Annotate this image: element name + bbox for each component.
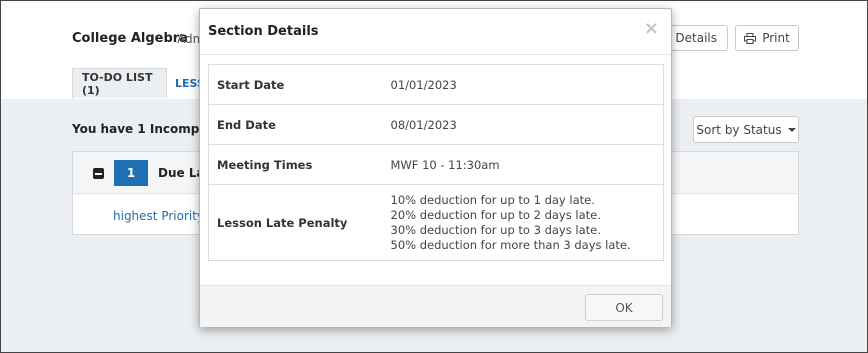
row-label: End Date — [208, 104, 391, 145]
ok-button[interactable]: OK — [585, 294, 663, 321]
chevron-down-icon — [787, 127, 796, 132]
count-badge: 1 — [114, 160, 148, 186]
penalty-line: 10% deduction for up to 1 day late. — [390, 192, 595, 207]
ok-label: OK — [615, 300, 633, 315]
table-row: Meeting Times MWF 10 - 11:30am — [208, 144, 664, 185]
penalty-line: 50% deduction for more than 3 days late. — [390, 237, 631, 252]
app-frame: College Algebra Adm n Details Print TO-D… — [0, 0, 868, 353]
print-label: Print — [762, 31, 790, 45]
modal-header: Section Details × — [200, 9, 671, 55]
row-label: Lesson Late Penalty — [217, 215, 348, 230]
penalty-line: 20% deduction for up to 2 days late. — [390, 207, 601, 222]
row-value: 08/01/2023 — [390, 104, 664, 145]
row-value: 10% deduction for up to 1 day late. 20% … — [391, 185, 664, 261]
modal-footer: OK — [200, 285, 671, 327]
table-row: End Date 08/01/2023 — [208, 104, 664, 145]
penalty-line: 30% deduction for up to 3 days late. — [390, 222, 601, 237]
row-value: 01/01/2023 — [390, 64, 664, 105]
priority-link[interactable]: highest Priority — [113, 209, 204, 223]
table-row: Start Date 01/01/2023 — [208, 64, 664, 105]
collapse-icon[interactable] — [93, 168, 104, 179]
tab-todo-list[interactable]: TO-DO LIST (1) — [72, 68, 167, 98]
modal-title: Section Details — [208, 24, 319, 39]
print-icon — [744, 32, 757, 44]
print-button[interactable]: Print — [735, 25, 799, 51]
sort-label: Sort by Status — [696, 122, 782, 137]
table-row: Lesson Late Penalty 10% deduction for up… — [209, 185, 664, 261]
section-details-table: Start Date 01/01/2023 End Date 08/01/202… — [208, 64, 664, 261]
sort-dropdown[interactable]: Sort by Status — [693, 116, 799, 143]
course-title: College Algebra — [72, 31, 188, 46]
row-label: Start Date — [208, 64, 391, 105]
row-value: MWF 10 - 11:30am — [390, 144, 664, 185]
close-icon[interactable]: × — [644, 20, 659, 38]
row-label: Meeting Times — [208, 144, 391, 185]
section-details-modal: Section Details × Start Date 01/01/2023 … — [199, 8, 672, 327]
tab-todo-label: TO-DO LIST (1) — [82, 70, 153, 97]
